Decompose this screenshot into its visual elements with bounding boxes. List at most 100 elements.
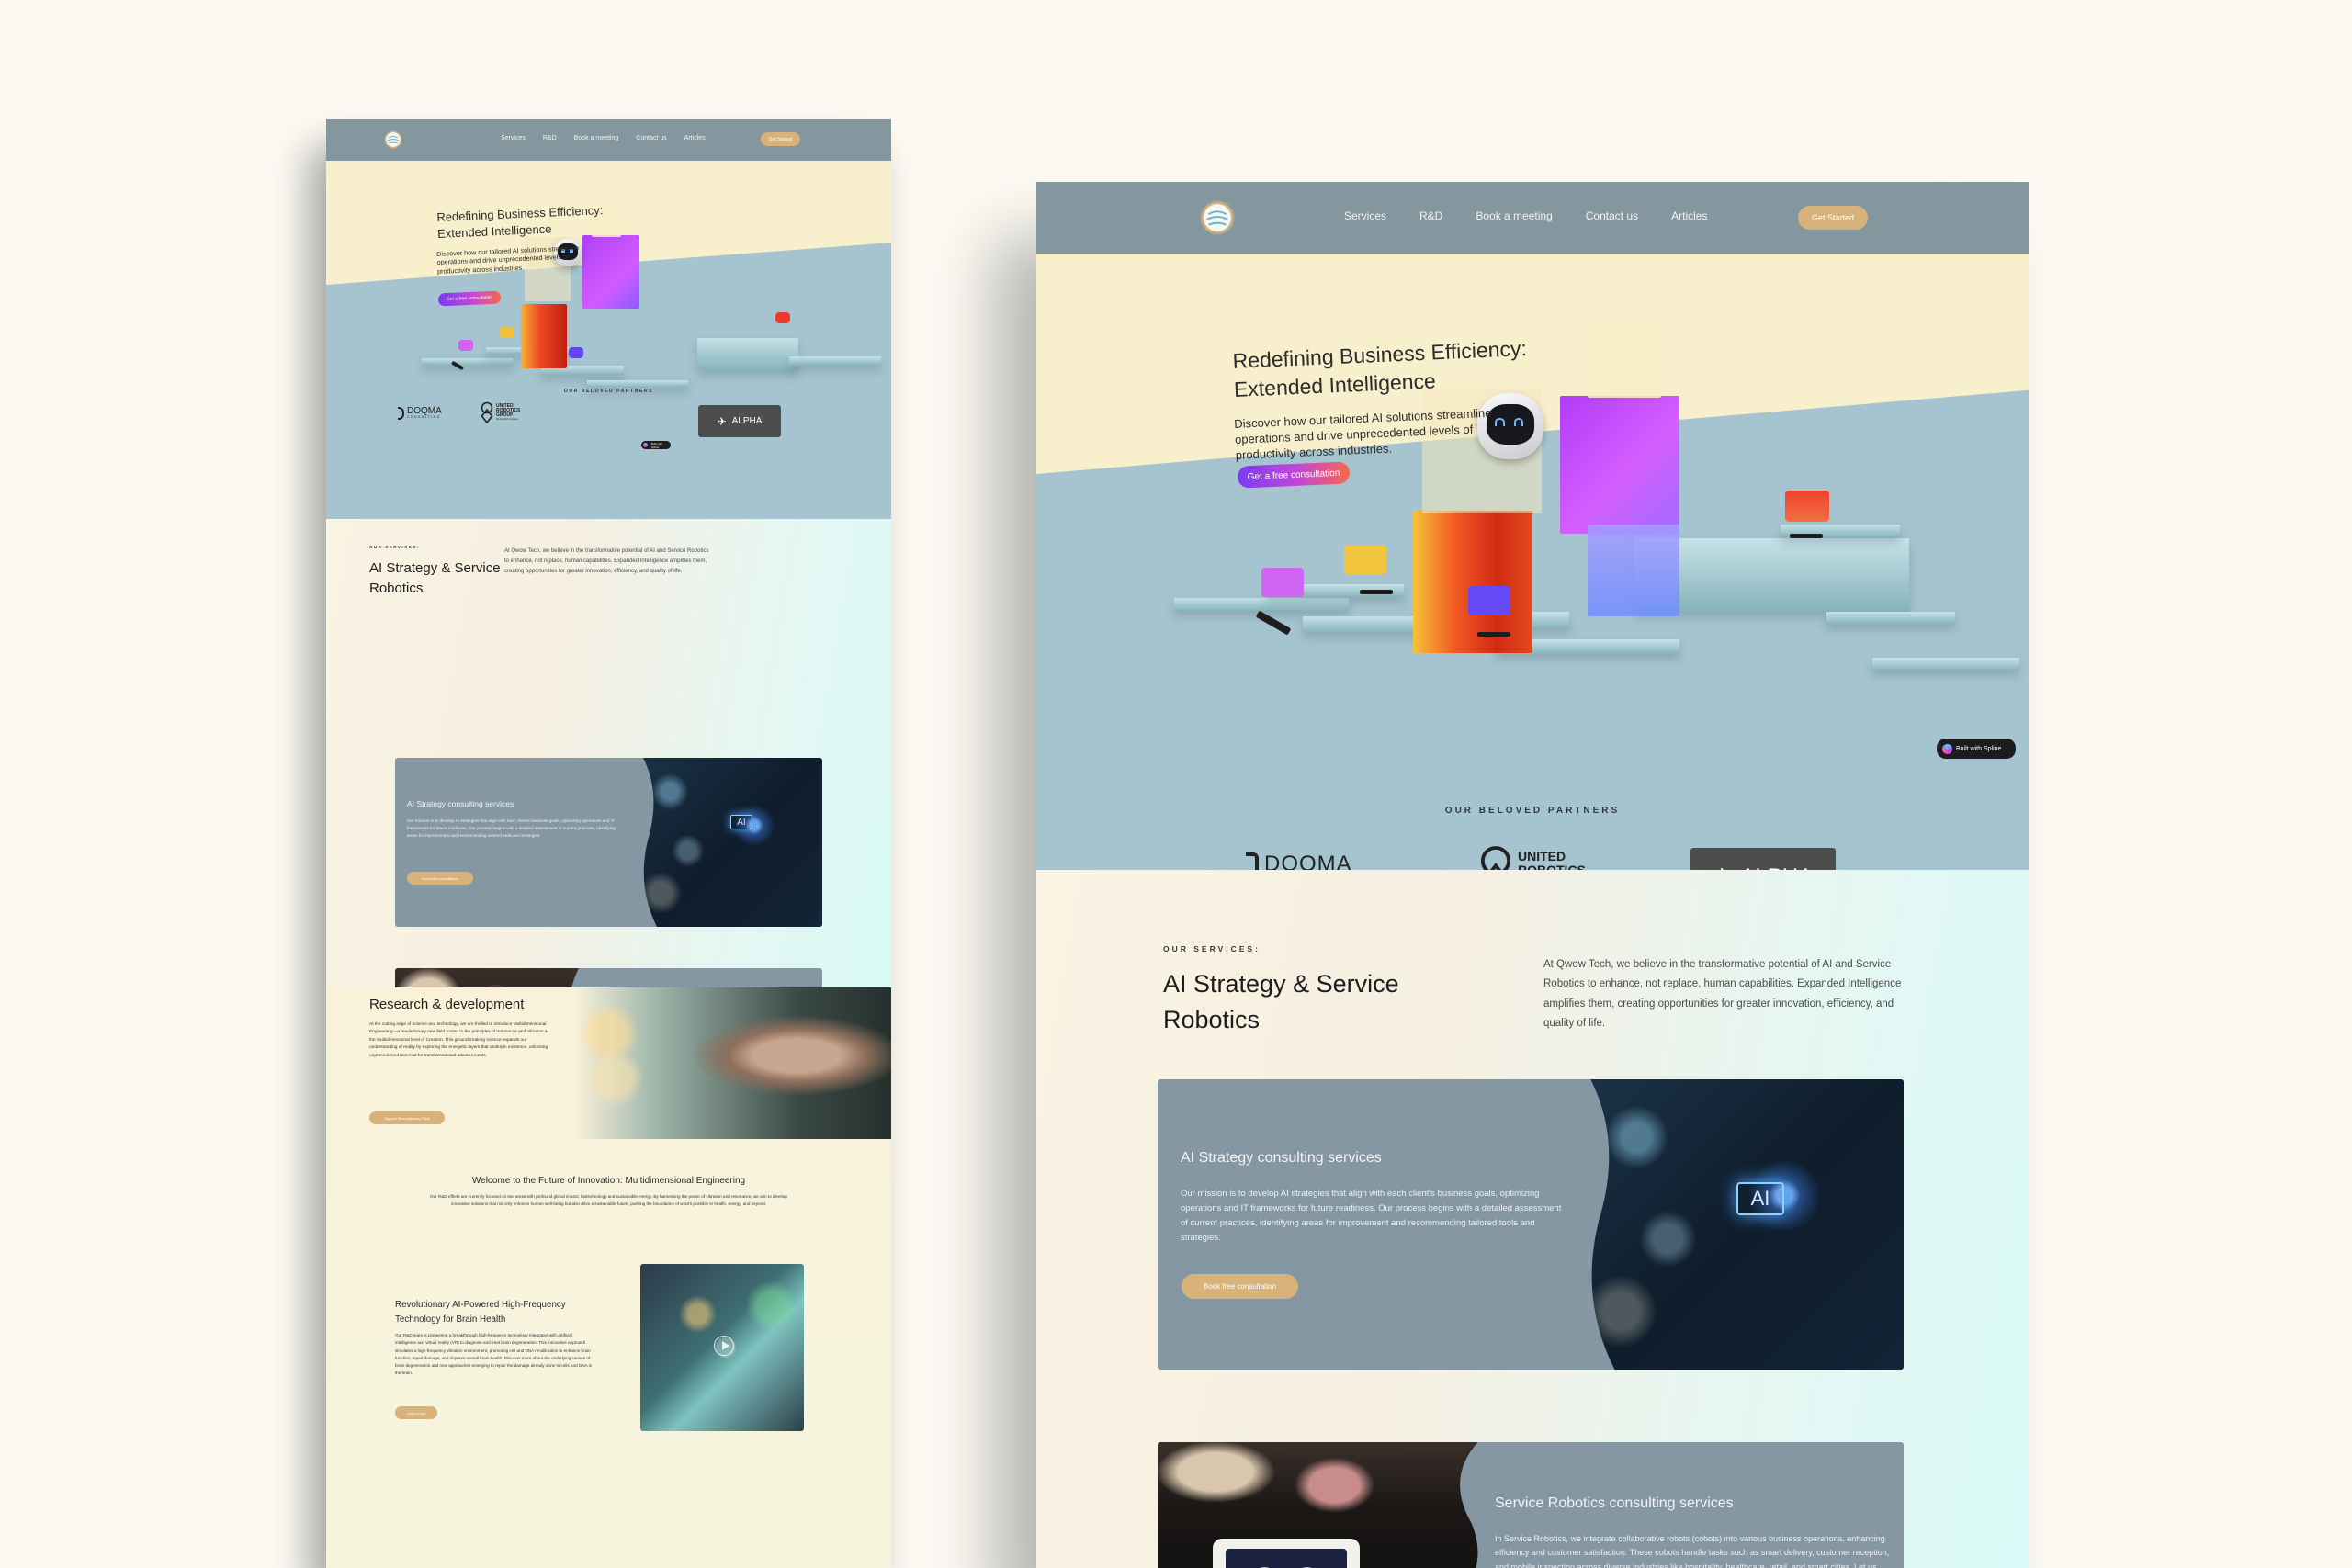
platform [1174,598,1349,611]
rd-cyborg-image [577,987,891,1139]
robot-screen [1213,1539,1360,1568]
partner-united-robotics-logo[interactable]: UNITEDROBOTICSGROUPthe CobiotX company [1479,844,1586,870]
ai-head-image: AI [1589,1079,1904,1370]
cube-orange [1413,511,1532,653]
platform [1872,658,2019,671]
card-body: In Service Robotics, we integrate collab… [1495,1534,1890,1568]
service-robot-image [1158,1442,1479,1568]
services-eyebrow: OUR SERVICES: [369,545,420,549]
nav-link-contact[interactable]: Contact us [636,135,666,141]
phone-icon [1255,610,1292,636]
dna-video-thumbnail[interactable] [640,1264,804,1431]
pegasus-icon: ✈ [717,414,727,428]
nav-link-services[interactable]: Services [501,135,526,141]
built-with-spline-badge[interactable]: Built with Spline [1937,739,2016,759]
partner-alpha-logo[interactable]: ✈ ALPHA [698,405,781,437]
nav-links: Services R&D Book a meeting Contact us A… [501,135,723,141]
chat-bubble-icon [458,340,473,351]
chat-bubble-icon [1468,586,1510,615]
partners-label: OUR BELOVED PARTNERS [1444,806,1621,816]
services-intro: At Qwow Tech, we believe in the transfor… [1544,959,1902,1029]
doqma-sub: CONSULTING [407,415,441,420]
get-started-button[interactable]: Get Started [1798,206,1868,230]
chat-bubble-icon [775,312,790,323]
chat-bubble-icon [1344,545,1386,574]
partners-label: OUR BELOVED PARTNERS [563,389,654,394]
card-title: Service Robotics consulting services [1495,1495,1734,1511]
doqma-mark-icon [1246,852,1259,870]
hero-section: Redefining Business Efficiency: Extended… [326,161,891,519]
nav-link-book-meeting[interactable]: Book a meeting [1476,209,1552,222]
platform [587,380,688,388]
service-card-ai-strategy: AI AI Strategy consulting services Our m… [395,758,822,927]
partner-alpha-logo[interactable]: ✈ALPHA [1690,848,1836,870]
rd-body: At the cutting edge of science and techn… [369,1022,548,1058]
book-consultation-button[interactable]: Book free consultation [1182,1274,1298,1299]
partner-doqma-logo[interactable]: DOQMACONSULTING [398,407,442,420]
card-body: Our mission is to develop AI strategies … [1181,1189,1562,1244]
ai-head-image: AI [643,758,822,927]
cube-blue [1588,525,1679,616]
nav-link-rd[interactable]: R&D [1419,209,1442,222]
phone-icon [1477,632,1510,637]
doqma-name: DOQMA [1264,851,1352,870]
platform [422,358,514,366]
urg-mark-icon [1480,846,1511,870]
free-consultation-button[interactable]: Get a free consultation [437,290,502,307]
platform [697,338,798,370]
alpha-name: ALPHA [731,416,763,426]
wave-divider [629,758,657,927]
service-card-ai-strategy: AI AI Strategy consulting services Our m… [1158,1079,1904,1370]
pegasus-icon: ✈ [1713,863,1735,871]
welcome-body: Our R&D efforts are currently focused on… [430,1194,787,1207]
card-title: AI Strategy consulting services [1181,1150,1382,1166]
robot-eyes-icon [1260,1567,1313,1568]
logo-icon[interactable] [1200,200,1235,235]
card-title: AI Strategy consulting services [407,799,514,808]
phone-icon [1790,534,1823,538]
play-icon[interactable] [714,1336,734,1356]
page-preview-detail: Services R&D Book a meeting Contact us A… [1036,182,2029,1568]
cube-orange [521,304,567,368]
services-intro: At Qwow Tech, we believe in the transfor… [504,548,709,575]
services-title: AI Strategy & Service Robotics [369,560,501,596]
phone-icon [1360,590,1393,594]
partner-doqma-logo[interactable]: DOQMACONSULTING [1246,852,1352,870]
ai-chip-label: AI [1736,1182,1784,1215]
urg-sub: the CobiotX company [496,417,518,421]
chat-bubble-icon [1785,491,1829,522]
partner-united-robotics-logo[interactable]: UNITEDROBOTICSGROUPthe CobiotX company [481,401,520,423]
spline-badge-label: Built with Spline [650,441,662,449]
nav-link-articles[interactable]: Articles [684,135,706,141]
services-title: AI Strategy & Service Robotics [1163,970,1399,1034]
support-rd-button[interactable]: Support Revolutionary R&D [369,1111,445,1124]
brain-health-title: Revolutionary AI-Powered High-Frequency … [395,1300,566,1325]
nav-link-contact[interactable]: Contact us [1586,209,1638,222]
services-eyebrow: OUR SERVICES: [1163,944,1261,953]
page-preview-full: Services R&D Book a meeting Contact us A… [326,119,891,1568]
learn-more-button[interactable]: Learn more [395,1406,437,1419]
chat-bubble-icon [569,347,583,358]
urg-mark-icon [481,401,493,423]
platform [1826,612,1955,625]
nav-bar: Services R&D Book a meeting Contact us A… [1036,182,2029,254]
logo-icon[interactable] [384,130,402,149]
get-started-button[interactable]: Get Started [761,132,800,146]
urg-line1: UNITED [1518,848,1566,863]
ai-chip-label: AI [730,815,752,829]
cube-purple [1560,396,1679,534]
nav-link-services[interactable]: Services [1344,209,1386,222]
cube-cream [1588,329,1661,398]
urg-line2: ROBOTICS [1518,862,1586,870]
nav-bar: Services R&D Book a meeting Contact us A… [326,119,891,161]
hero-section: Redefining Business Efficiency: Extended… [1036,254,2029,870]
spline-logo-icon [643,443,648,447]
chat-bubble-icon [1261,568,1304,597]
wave-divider [1566,1079,1615,1370]
nav-link-rd[interactable]: R&D [543,135,557,141]
nav-link-book-meeting[interactable]: Book a meeting [574,135,619,141]
built-with-spline-badge[interactable]: Built with Spline [641,441,671,449]
welcome-title: Welcome to the Future of Innovation: Mul… [471,1176,746,1186]
book-consultation-button[interactable]: Book free consultation [407,872,473,885]
nav-link-articles[interactable]: Articles [1671,209,1707,222]
